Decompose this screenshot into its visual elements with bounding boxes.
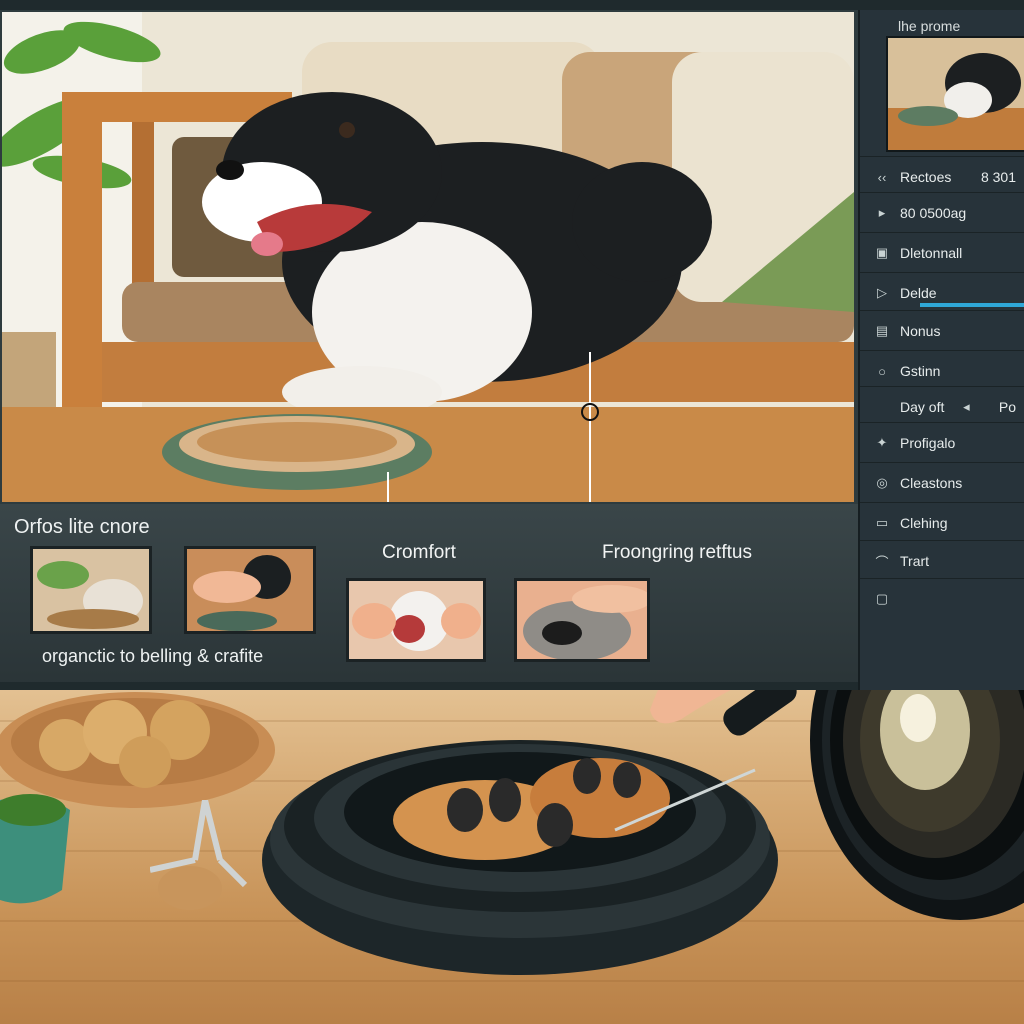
pen-icon: ⌒: [875, 554, 889, 570]
panel-row-rectoes[interactable]: ‹‹ Rectoes 8 301: [860, 156, 1024, 197]
panel-row-gstinn[interactable]: ○ Gstinn: [860, 350, 1024, 391]
panel-row-profigalo[interactable]: ✦ Profigalo: [860, 422, 1024, 463]
panel-row-value: Po: [998, 399, 1016, 415]
gallery-title: Orfos lite cnore: [14, 516, 150, 538]
preview-title: lhe prome: [898, 18, 961, 34]
thumbnail-2[interactable]: [184, 546, 316, 634]
panel-row-label: Trart: [900, 553, 930, 569]
flag-icon: ▷: [877, 285, 887, 300]
panel-row-nonus[interactable]: ▤ Nonus: [860, 310, 1024, 351]
panel-row-clehing[interactable]: ▭ Clehing: [860, 502, 1024, 543]
panel-row-label: Rectoes: [900, 169, 952, 185]
panel-row-label: Clehing: [900, 515, 948, 531]
panel-row-day-off[interactable]: Day oft ◂ Po: [860, 386, 1024, 427]
panel-row-value: 8 301: [980, 169, 1016, 185]
preview-thumbnail[interactable]: [886, 36, 1024, 152]
thumbnail-4[interactable]: [514, 578, 650, 662]
herb-bowl: [0, 794, 70, 904]
panel-row-trart[interactable]: ⌒ Trart: [860, 540, 1024, 581]
callout-grooming: Froongring retftus: [602, 542, 752, 563]
gallery-caption: organctic to belling & crafite: [42, 646, 264, 666]
dog-photo: [2, 12, 854, 502]
thumbnail-3[interactable]: [346, 578, 486, 662]
panel-row-label: Delde: [900, 285, 937, 301]
panel-row-dletonnall[interactable]: ▣ Dletonnall: [860, 232, 1024, 273]
thumbnail-1[interactable]: [30, 546, 152, 634]
toggle-icon[interactable]: ◂: [956, 399, 976, 415]
panel-row-cleastons[interactable]: ◎ Cleastons: [860, 462, 1024, 503]
main-image-viewer[interactable]: [2, 12, 854, 502]
panel-row-label: Gstinn: [900, 363, 941, 379]
monitor: Orfos lite cnore Cromfort Froongring ret…: [0, 0, 1024, 690]
doc-icon: ▢: [875, 591, 889, 606]
panel-row-size[interactable]: ▸ 80 0500ag: [860, 192, 1024, 233]
image-icon: ▭: [875, 515, 889, 530]
play-icon: ▸: [878, 205, 886, 220]
panel-row-label: Nonus: [900, 323, 941, 339]
panel-row-label: 80 0500ag: [900, 205, 967, 221]
panel-row-doc[interactable]: ▢: [860, 578, 1024, 619]
panel-row-delde[interactable]: ▷ Delde: [860, 272, 1024, 313]
sparkle-icon: ✦: [876, 435, 888, 450]
circle-icon: ○: [878, 363, 886, 379]
panel-row-label: Profigalo: [900, 435, 956, 451]
back-icon[interactable]: ‹‹: [872, 170, 892, 185]
panel-row-label: Day oft: [900, 399, 945, 415]
panel-row-label: Cleastons: [900, 475, 963, 491]
callout-comfort: Cromfort: [382, 542, 456, 563]
layers-icon: ▤: [875, 323, 889, 338]
grooming-clipper: [150, 800, 248, 910]
square-icon: ▣: [875, 245, 889, 260]
editor-window: Orfos lite cnore Cromfort Froongring ret…: [0, 10, 858, 682]
panel-row-label: Dletonnall: [900, 245, 963, 261]
properties-panel: lhe prome ‹‹ Rectoes 8 301 ▸ 80 0500ag ▣…: [858, 10, 1024, 690]
camera-icon: ◎: [876, 475, 888, 490]
